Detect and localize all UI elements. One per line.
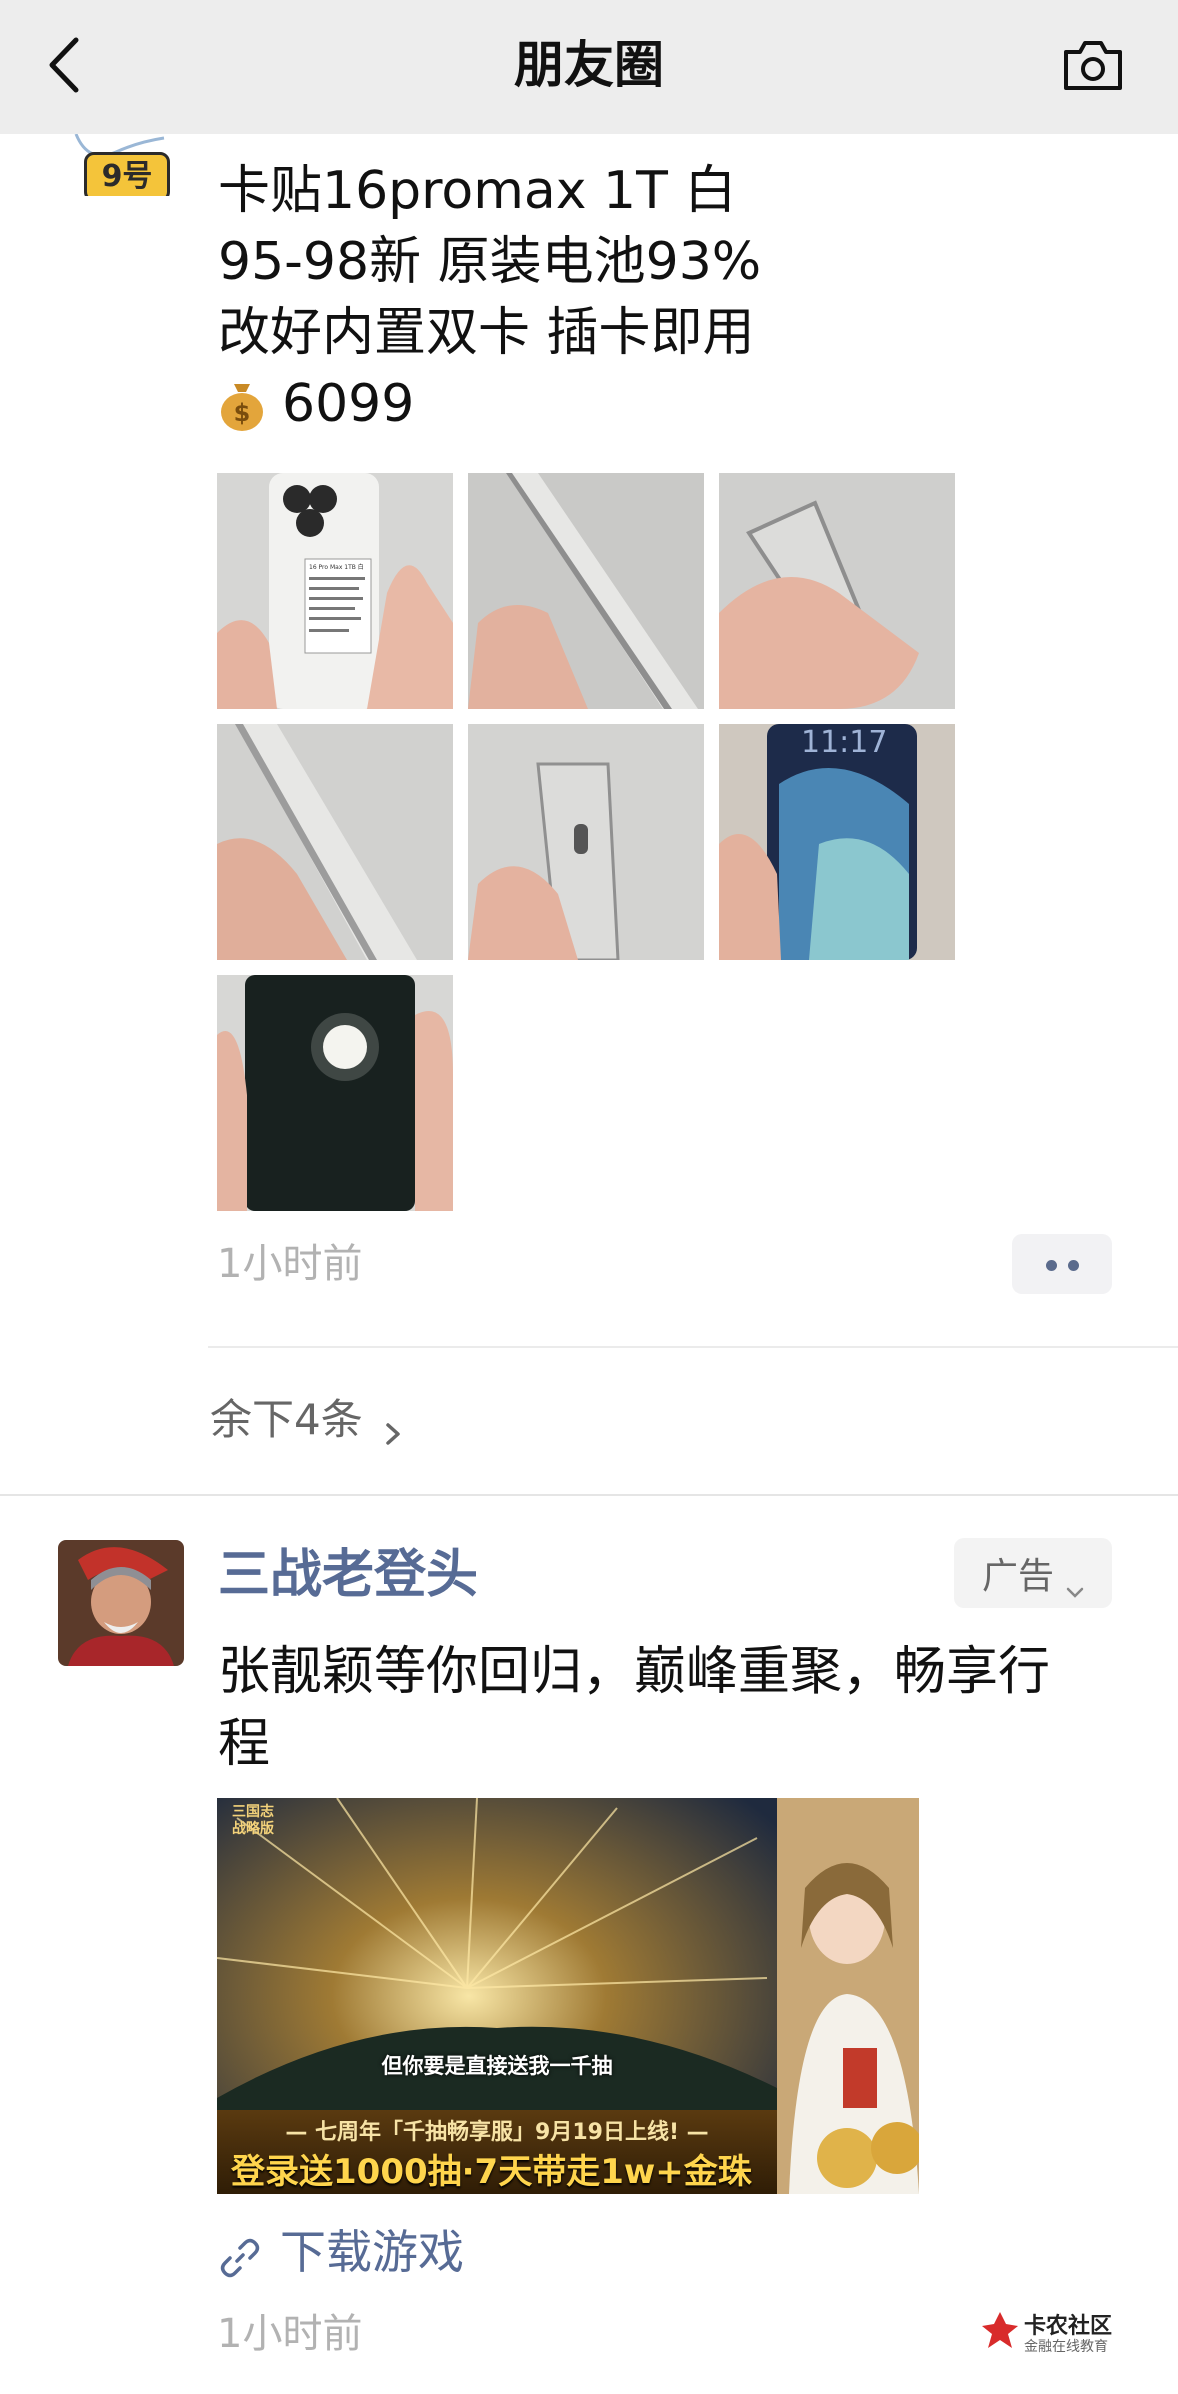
download-game-link[interactable]: 下载游戏 <box>220 2222 464 2282</box>
ad-author-name[interactable]: 三战老登头 <box>218 1540 478 1610</box>
divider <box>0 1494 1178 1496</box>
avatar-badge: 9号 <box>84 152 170 196</box>
divider <box>208 1346 1178 1348</box>
svg-text:11:17: 11:17 <box>801 725 887 760</box>
post-time: 1小时前 <box>217 1241 363 1287</box>
download-label: 下载游戏 <box>280 2225 464 2279</box>
phone-photo-5[interactable] <box>468 724 704 960</box>
phone-photo-2[interactable] <box>468 473 704 709</box>
ad-label-button[interactable]: 广告 <box>954 1538 1112 1608</box>
chevron-down-icon <box>1066 1567 1084 1598</box>
ad-label: 广告 <box>981 1556 1054 1597</box>
post-line: 改好内置双卡 插卡即用 <box>218 303 755 363</box>
banner-logo: 三国志 战略版 <box>232 1804 274 1837</box>
price-line: $ 6099 <box>218 369 1118 440</box>
dot-icon <box>1068 1260 1079 1271</box>
post-line: 卡贴16promax 1T 白 <box>218 161 737 221</box>
phone-photo-6[interactable]: 11:17 <box>719 724 955 960</box>
phone-photo-3[interactable] <box>719 473 955 709</box>
phone-photo-1[interactable]: 16 Pro Max 1TB 白 <box>217 473 453 709</box>
banner-small-line: — 七周年「千抽畅享服」9月19日上线! — <box>285 2120 709 2145</box>
watermark-logo-icon <box>982 2312 1018 2348</box>
phone-photo-7[interactable] <box>217 975 453 1211</box>
camera-icon[interactable] <box>1060 34 1126 96</box>
avatar[interactable]: 9号 <box>68 134 180 196</box>
banner-big-line: 登录送1000抽·7天带走1w+金珠 <box>231 2152 752 2192</box>
price-value: 6099 <box>282 374 415 434</box>
phone-photo-4[interactable] <box>217 724 453 960</box>
post-line: 95-98新 原装电池93% <box>218 232 762 292</box>
navbar: 朋友圈 <box>0 0 1178 134</box>
label-header: 16 Pro Max 1TB 白 <box>309 563 364 571</box>
remaining-label: 余下4条 <box>210 1395 363 1444</box>
chevron-right-icon <box>381 1405 405 1445</box>
more-actions-button[interactable] <box>1012 1234 1112 1294</box>
avatar[interactable] <box>58 1540 184 1666</box>
photo-grid: 16 Pro Max 1TB 白 11:17 <box>217 473 959 1213</box>
watermark: 卡农社区 金融在线教育 <box>980 2306 1130 2356</box>
ad-banner[interactable]: 三国志 战略版 但你要是直接送我一千抽 — 七周年「千抽畅享服」9月19日上线!… <box>217 1798 919 2194</box>
post-text: 卡贴16promax 1T 白 95-98新 原装电池93% 改好内置双卡 插卡… <box>218 156 1118 440</box>
remaining-posts-link[interactable]: 余下4条 <box>210 1390 405 1450</box>
svg-text:$: $ <box>234 399 251 427</box>
money-bag-icon: $ <box>218 378 266 432</box>
post-time: 1小时前 <box>217 2311 363 2357</box>
ad-text: 张靓颖等你回归，巅峰重聚，畅享行程 <box>218 1642 1051 1774</box>
dot-icon <box>1046 1260 1057 1271</box>
watermark-subtitle: 金融在线教育 <box>1024 2339 1108 2355</box>
page-title: 朋友圈 <box>514 36 664 94</box>
banner-subtitle: 但你要是直接送我一千抽 <box>381 2054 613 2078</box>
link-icon <box>220 2232 260 2278</box>
